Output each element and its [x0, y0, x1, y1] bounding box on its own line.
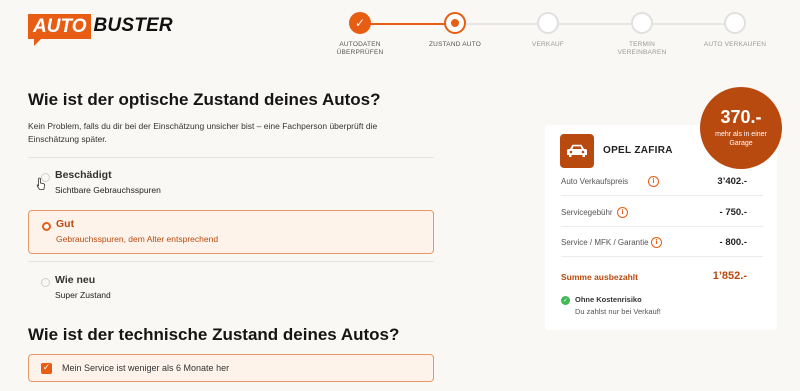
current-step-icon [444, 12, 466, 34]
risk-title: Ohne Kostenrisiko [575, 295, 642, 304]
summary-row-sale-price: Auto Verkaufspreis i 3’402.- [561, 176, 747, 190]
pending-step-icon [537, 12, 559, 34]
step-label: AUTO VERKAUFEN [703, 41, 767, 48]
row-label: Service / MFK / Garantie [561, 238, 649, 247]
logo[interactable]: AUTO BUSTER [28, 13, 173, 46]
option-gut[interactable]: Gut Gebrauchsspuren, dem Alter entsprech… [28, 210, 434, 254]
divider [561, 226, 763, 227]
row-label: Servicegebühr [561, 208, 613, 217]
summary-row-service-mfk: Service / MFK / Garantie i - 800.- [561, 237, 747, 251]
cursor-icon [36, 177, 46, 190]
row-label: Auto Verkaufspreis [561, 177, 629, 186]
option-title: Wie neu [55, 274, 96, 286]
total-label: Summe ausbezahlt [561, 272, 638, 282]
technical-condition-title: Wie ist der technische Zustand deines Au… [28, 325, 400, 344]
info-icon[interactable]: i [648, 176, 659, 187]
logo-text: BUSTER [93, 15, 173, 36]
option-title: Beschädigt [55, 169, 112, 181]
pending-step-icon [724, 12, 746, 34]
step-label: AUTODATEN ÜBERPRÜFEN [336, 41, 384, 56]
option-title: Gut [56, 218, 75, 230]
service-checkbox-label: Mein Service ist weniger als 6 Monate he… [62, 363, 230, 373]
divider [561, 195, 763, 196]
check-icon: ✓ [349, 12, 371, 34]
step-auto-verkaufen: AUTO VERKAUFEN [690, 12, 780, 49]
option-wie-neu[interactable]: Wie neu Super Zustand [28, 267, 434, 311]
checkbox-checked-icon[interactable]: ✓ [41, 363, 52, 374]
divider [28, 261, 434, 262]
summary-row-service-fee: Servicegebühr i - 750.- [561, 207, 747, 221]
risk-subtitle: Du zahlst nur bei Verkauf! [575, 307, 661, 316]
row-value: - 750.- [719, 207, 747, 218]
step-label: TERMIN VEREINBAREN [617, 41, 667, 56]
step-autodaten[interactable]: ✓ AUTODATEN ÜBERPRÜFEN [315, 12, 405, 57]
car-name: OPEL ZAFIRA [603, 145, 673, 156]
radio-icon [42, 222, 51, 231]
row-value: - 800.- [719, 237, 747, 248]
logo-highlight: AUTO [28, 13, 92, 46]
savings-text: mehr als in einer Garage [715, 131, 767, 147]
progress-stepper: ✓ AUTODATEN ÜBERPRÜFEN ZUSTAND AUTO VERK… [330, 12, 770, 62]
savings-amount: 370.- [720, 107, 762, 127]
step-termin: TERMIN VEREINBAREN [597, 12, 687, 57]
option-beschaedigt[interactable]: Beschädigt Sichtbare Gebrauchsspuren [28, 162, 434, 206]
optical-condition-title: Wie ist der optische Zustand deines Auto… [28, 90, 381, 109]
step-zustand-auto[interactable]: ZUSTAND AUTO [410, 12, 500, 49]
car-icon [560, 134, 594, 168]
check-circle-icon: ✓ [561, 296, 570, 305]
option-desc: Sichtbare Gebrauchsspuren [55, 185, 161, 195]
total-value: 1’852.- [712, 270, 747, 282]
savings-badge: 370.- mehr als in einer Garage [700, 87, 782, 169]
info-icon[interactable]: i [617, 207, 628, 218]
option-desc: Super Zustand [55, 290, 111, 300]
pending-step-icon [631, 12, 653, 34]
step-label: VERKAUF [531, 41, 565, 48]
summary-total-row: Summe ausbezahlt 1’852.- [561, 270, 747, 285]
step-verkauf: VERKAUF [503, 12, 593, 49]
optical-condition-subtitle: Kein Problem, falls du dir bei der Einsc… [28, 121, 378, 144]
option-desc: Gebrauchsspuren, dem Alter entsprechend [56, 234, 219, 244]
divider [28, 157, 434, 158]
info-icon[interactable]: i [651, 237, 662, 248]
service-checkbox-row[interactable]: ✓ Mein Service ist weniger als 6 Monate … [28, 354, 434, 382]
divider [561, 256, 763, 257]
row-value: 3’402.- [717, 176, 747, 187]
step-label: ZUSTAND AUTO [429, 41, 481, 48]
radio-icon [41, 278, 50, 287]
